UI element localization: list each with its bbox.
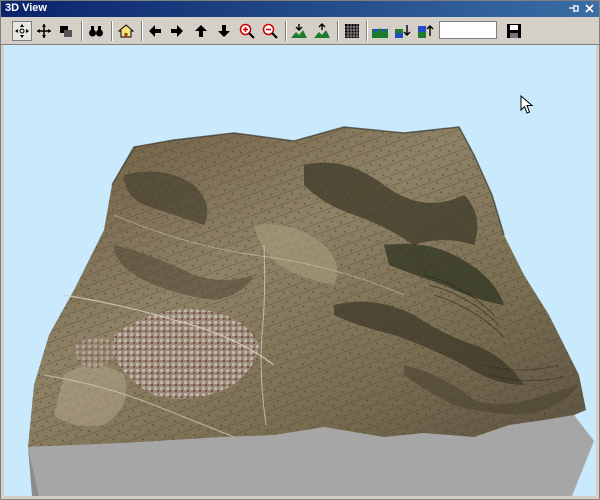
arrow-right-icon[interactable] <box>167 21 187 41</box>
window-title: 3D View <box>5 2 47 14</box>
3d-viewport[interactable] <box>4 45 596 496</box>
navigate-tool-icon[interactable] <box>12 21 32 41</box>
arrow-left-icon[interactable] <box>145 21 165 41</box>
3d-view-window: 3D View <box>0 0 600 500</box>
pin-icon[interactable] <box>567 2 580 15</box>
zoom-value-input[interactable] <box>439 21 497 39</box>
raise-z-icon[interactable] <box>416 21 436 41</box>
zoom-out-icon[interactable] <box>260 21 280 41</box>
find-icon[interactable] <box>86 21 106 41</box>
toolbar-separator <box>337 21 339 41</box>
pan-tool-icon[interactable] <box>34 21 54 41</box>
home-icon[interactable] <box>116 21 136 41</box>
lower-z-icon[interactable] <box>393 21 413 41</box>
terrain-surface <box>28 126 594 496</box>
mouse-cursor-icon <box>520 95 534 114</box>
toolbar-separator <box>141 21 143 41</box>
lower-terrain-icon[interactable] <box>312 21 332 41</box>
close-icon[interactable] <box>583 2 596 15</box>
toolbar-separator <box>366 21 368 41</box>
toolbar-separator <box>111 21 113 41</box>
full-extent-icon[interactable] <box>56 21 76 41</box>
toolbar-separator <box>285 21 287 41</box>
surface-icon[interactable] <box>370 21 390 41</box>
toolbar <box>1 18 599 45</box>
save-icon[interactable] <box>504 21 524 41</box>
toolbar-separator <box>81 21 83 41</box>
arrow-down-icon[interactable] <box>214 21 234 41</box>
raise-terrain-icon[interactable] <box>289 21 309 41</box>
grid-icon[interactable] <box>342 21 362 41</box>
title-bar: 3D View <box>1 1 599 17</box>
arrow-up-icon[interactable] <box>191 21 211 41</box>
zoom-in-icon[interactable] <box>237 21 257 41</box>
